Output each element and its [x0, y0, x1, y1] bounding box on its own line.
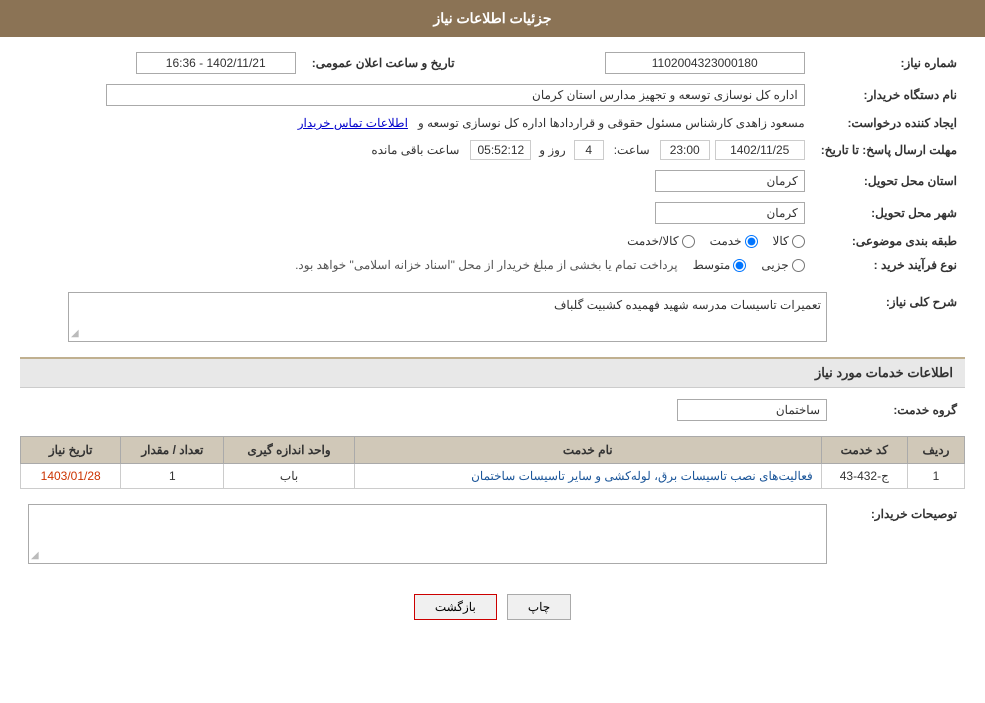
ostanMahal-label: استان محل تحویل:	[813, 165, 965, 197]
namDastgah-value: اداره کل نوسازی توسعه و تجهیز مدارس استا…	[20, 79, 813, 111]
sharhKoli-box: تعمیرات تاسیسات مدرسه شهید فهمیده کشبیت …	[68, 292, 827, 342]
tabaqeBandi-value: کالا خدمت کالا/خدمت	[20, 229, 813, 253]
groh-khadamat-section: گروه خدمت: ساختمان	[20, 394, 965, 426]
grohKhadamat-label: گروه خدمت:	[835, 394, 965, 426]
col-tedad: تعداد / مقدار	[121, 437, 224, 464]
shahrMahal-value: کرمان	[20, 197, 813, 229]
remaining-time-value: 05:52:12	[470, 140, 531, 160]
remaining-time: ساعت باقی مانده	[365, 141, 465, 159]
resize-handle-remarks: ◢	[31, 550, 39, 561]
remarks-section: توصیحات خریدار: ◢	[20, 499, 965, 569]
print-button[interactable]: چاپ	[507, 594, 571, 620]
shomareNiaz-label: شماره نیاز:	[813, 47, 965, 79]
button-area: چاپ بازگشت	[20, 579, 965, 635]
shahrMahal-label: شهر محل تحویل:	[813, 197, 965, 229]
remaining-days-label: روز و	[539, 143, 566, 157]
page-header: جزئیات اطلاعات نیاز	[0, 0, 985, 37]
col-nam: نام خدمت	[354, 437, 821, 464]
namDastgah-label: نام دستگاه خریدار:	[813, 79, 965, 111]
cell-tedad: 1	[121, 464, 224, 489]
noeFarayand-label: نوع فرآیند خرید :	[813, 253, 965, 277]
tarikhElan-label: تاریخ و ساعت اعلان عمومی:	[304, 47, 465, 79]
resize-handle: ◢	[71, 328, 79, 339]
remaining-days-value: 4	[574, 140, 604, 160]
deadline-time-value: 23:00	[660, 140, 710, 160]
shomareNiaz-input: 1102004323000180	[605, 52, 805, 74]
tarikhElan-value: 1402/11/21 - 16:36	[20, 47, 304, 79]
contact-info-link[interactable]: اطلاعات تماس خریدار	[298, 116, 408, 130]
radio-motevaset[interactable]: متوسط	[693, 258, 747, 272]
cell-kod: ج-432-43	[821, 464, 907, 489]
service-info-title: اطلاعات خدمات مورد نیاز	[20, 357, 965, 388]
radio-jozyi[interactable]: جزیی	[761, 258, 804, 272]
back-button[interactable]: بازگشت	[414, 594, 497, 620]
cell-tarikh: 1403/01/28	[21, 464, 121, 489]
remarks-value: ◢	[20, 499, 835, 569]
remarks-box: ◢	[28, 504, 827, 564]
deadline-time-label: ساعت:	[614, 143, 650, 157]
service-table: ردیف کد خدمت نام خدمت واحد اندازه گیری ت…	[20, 436, 965, 489]
ijadKonande-label: ایجاد کننده درخواست:	[813, 111, 965, 135]
mohlatErsalPasokh-value: ساعت باقی مانده 05:52:12 روز و 4 ساعت: 2…	[20, 135, 813, 165]
page-title: جزئیات اطلاعات نیاز	[433, 10, 551, 26]
table-row: 1 ج-432-43 فعالیت‌های نصب تاسیسات برق، ل…	[21, 464, 965, 489]
col-radif: ردیف	[907, 437, 964, 464]
shomareNiaz-value: 1102004323000180	[465, 47, 813, 79]
sharh-koli-section: شرح کلی نیاز: تعمیرات تاسیسات مدرسه شهید…	[20, 287, 965, 347]
grohKhadamat-value: ساختمان	[20, 394, 835, 426]
tabaqeBandi-label: طبقه بندی موضوعی:	[813, 229, 965, 253]
col-kod: کد خدمت	[821, 437, 907, 464]
col-vahed: واحد اندازه گیری	[224, 437, 355, 464]
cell-vahed: باب	[224, 464, 355, 489]
info-table: شماره نیاز: 1102004323000180 تاریخ و ساع…	[20, 47, 965, 277]
col-tarikh: تاریخ نیاز	[21, 437, 121, 464]
cell-nam: فعالیت‌های نصب تاسیسات برق، لوله‌کشی و س…	[354, 464, 821, 489]
radio-khedmat[interactable]: خدمت	[710, 234, 758, 248]
mohlatErsalPasokh-label: مهلت ارسال پاسخ: تا تاریخ:	[813, 135, 965, 165]
ijadKonande-value: مسعود زاهدی کارشناس مسئول حقوقی و قراردا…	[20, 111, 813, 135]
radio-kala[interactable]: کالا	[773, 234, 805, 248]
deadline-date-value: 1402/11/25	[715, 140, 805, 160]
cell-radif: 1	[907, 464, 964, 489]
ostanMahal-value: کرمان	[20, 165, 813, 197]
remarks-label: توصیحات خریدار:	[835, 499, 965, 569]
noeFarayand-value: جزیی متوسط پرداخت تمام یا بخشی از مبلغ خ…	[20, 253, 813, 277]
sharhKoli-label: شرح کلی نیاز:	[835, 287, 965, 347]
sharhKoli-value: تعمیرات تاسیسات مدرسه شهید فهمیده کشبیت …	[20, 287, 835, 347]
radio-kala-khedmat[interactable]: کالا/خدمت	[627, 234, 694, 248]
noeFarayand-note: پرداخت تمام یا بخشی از مبلغ خریدار از مح…	[295, 258, 678, 272]
